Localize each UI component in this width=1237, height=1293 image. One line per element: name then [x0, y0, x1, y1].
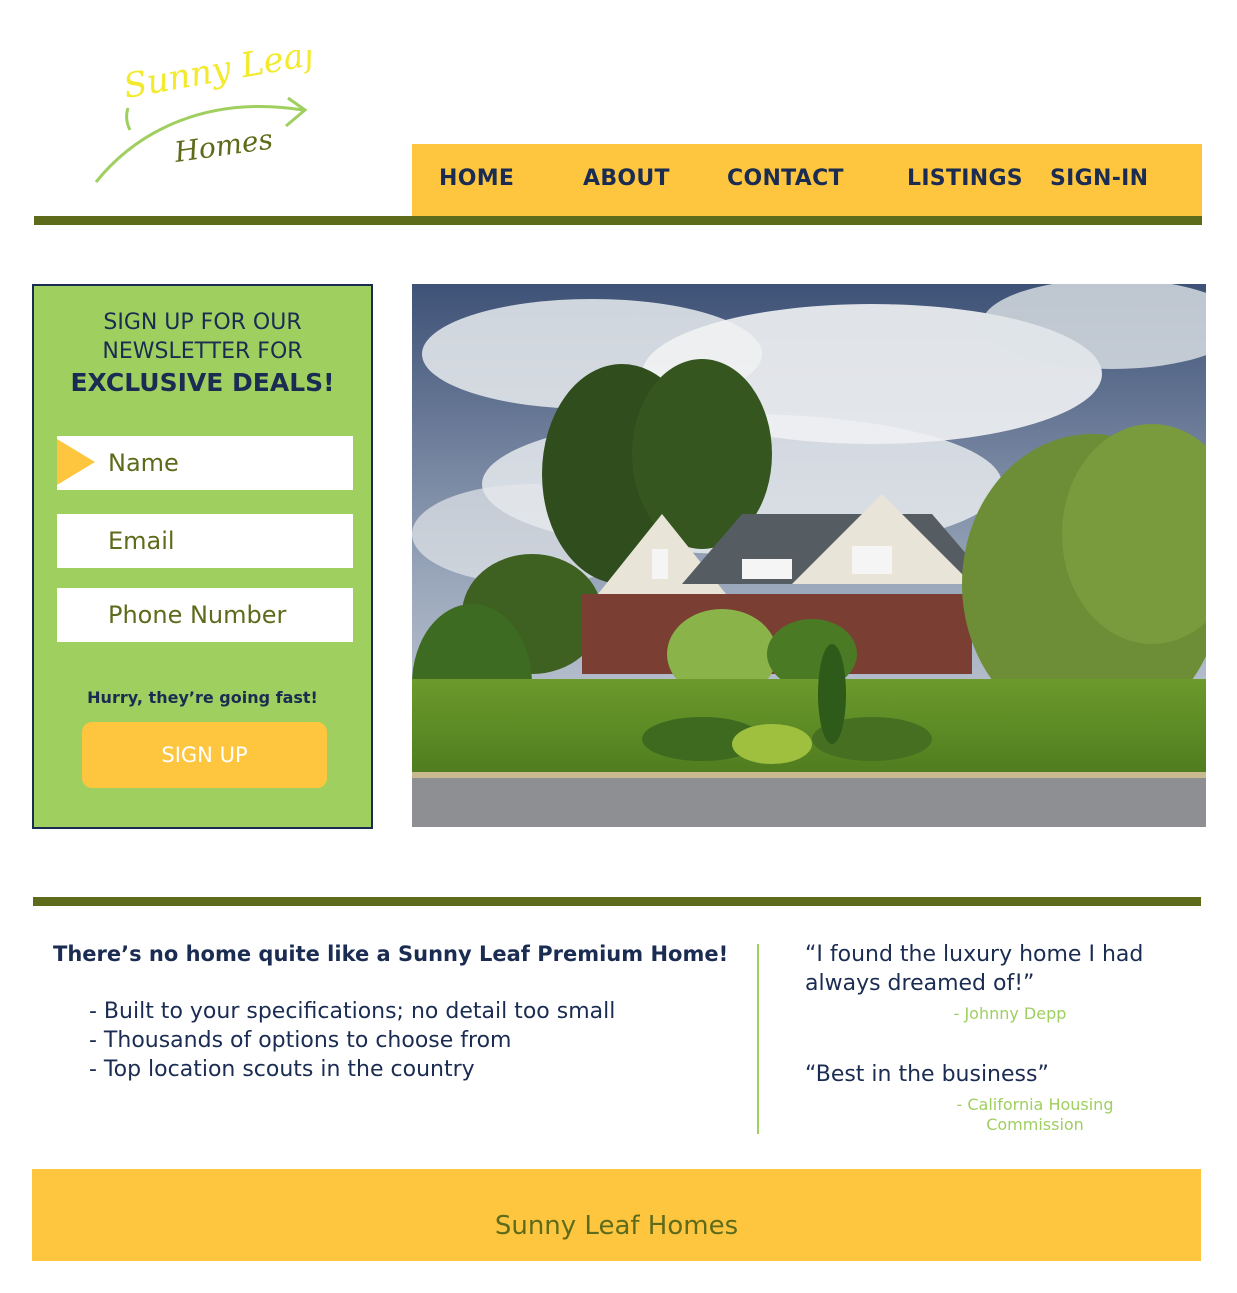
vertical-divider — [757, 944, 759, 1134]
newsletter-heading-line2: NEWSLETTER FOR — [102, 339, 303, 364]
feature-item: - Top location scouts in the country — [89, 1057, 475, 1082]
footer: Sunny Leaf Homes — [32, 1169, 1201, 1261]
email-field-wrapper — [57, 514, 353, 568]
hero-house-photo — [412, 284, 1206, 827]
newsletter-signup-panel: SIGN UP FOR OUR NEWSLETTER FOR EXCLUSIVE… — [32, 284, 373, 829]
arrow-right-icon — [57, 439, 95, 485]
testimonial-quote: “Best in the business” — [805, 1062, 1049, 1087]
sunny-leaf-logo[interactable]: Sunny Leaf Homes — [88, 33, 324, 195]
svg-text:Homes: Homes — [171, 123, 274, 170]
testimonial-author: - California Housing Commission — [956, 1095, 1114, 1134]
section-divider — [33, 897, 1201, 906]
nav-home[interactable]: HOME — [439, 166, 514, 191]
phone-input[interactable] — [108, 588, 343, 642]
urgency-text: Hurry, they’re going fast! — [87, 688, 318, 707]
phone-field-wrapper — [57, 588, 353, 642]
testimonial-author: - Johnny Depp — [953, 1004, 1067, 1023]
sign-up-button[interactable]: SIGN UP — [82, 722, 327, 788]
nav-about[interactable]: ABOUT — [583, 166, 670, 191]
feature-item: - Built to your specifications; no detai… — [89, 999, 616, 1024]
header-divider — [34, 216, 1202, 225]
nav-sign-in[interactable]: SIGN-IN — [1050, 166, 1148, 191]
feature-item: - Thousands of options to choose from — [89, 1028, 512, 1053]
nav-contact[interactable]: CONTACT — [727, 166, 844, 191]
newsletter-heading-line1: SIGN UP FOR OUR — [103, 310, 302, 335]
newsletter-heading-highlight: EXCLUSIVE DEALS! — [70, 368, 335, 397]
name-field-wrapper — [57, 436, 353, 490]
features-title: There’s no home quite like a Sunny Leaf … — [53, 942, 729, 966]
testimonial-quote: “I found the luxury home I had always dr… — [805, 942, 1144, 996]
main-nav: HOME ABOUT CONTACT LISTINGS SIGN-IN — [412, 144, 1202, 216]
name-input[interactable] — [108, 436, 343, 490]
nav-listings[interactable]: LISTINGS — [907, 166, 1023, 191]
email-input[interactable] — [108, 514, 343, 568]
footer-brand-text: Sunny Leaf Homes — [494, 1211, 739, 1241]
